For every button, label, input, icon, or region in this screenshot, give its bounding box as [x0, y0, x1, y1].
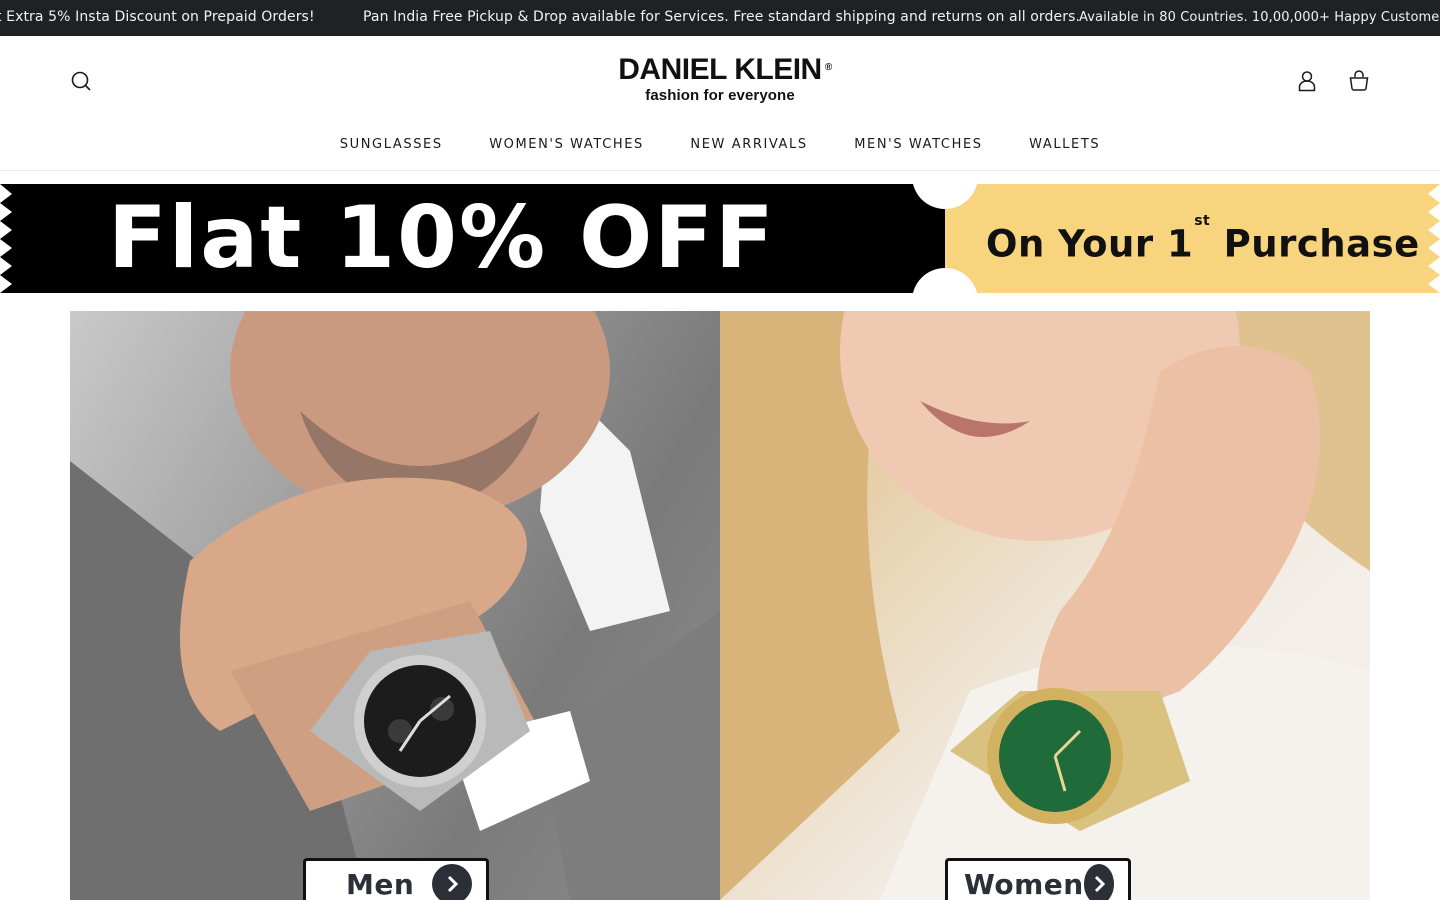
chevron-right-icon [432, 864, 472, 900]
nav-item-wallets[interactable]: WALLETS [1029, 137, 1100, 152]
shop-women-label: Women [964, 867, 1084, 900]
announcement-message: Pan India Free Pickup & Drop available f… [363, 9, 1081, 25]
men-watch-photo [70, 311, 720, 900]
category-tile-women[interactable]: Women [720, 311, 1370, 900]
nav-item-sunglasses[interactable]: SUNGLASSES [340, 137, 443, 152]
brand-tagline: fashion for everyone [645, 87, 795, 104]
main-nav: SUNGLASSES WOMEN'S WATCHES NEW ARRIVALS … [0, 135, 1440, 153]
women-watch-photo [720, 311, 1370, 900]
bag-icon [1349, 70, 1369, 91]
shop-men-button[interactable]: Men [303, 858, 489, 900]
announcement-bar: t Extra 5% Insta Discount on Prepaid Ord… [0, 0, 1440, 36]
brand-name: DANIEL KLEIN ® [618, 53, 832, 86]
promo-subtext: On Your 1st Purchase [986, 213, 1420, 266]
site-header: DANIEL KLEIN ® fashion for everyone SUNGL… [0, 36, 1440, 171]
category-tile-men[interactable]: Men [70, 311, 720, 900]
nav-item-new-arrivals[interactable]: NEW ARRIVALS [690, 137, 807, 152]
promo-banner[interactable]: Flat 10% OFF On Your 1st Purchase [0, 184, 1440, 293]
announcement-message: Available in 80 Countries. 10,00,000+ Ha… [1079, 10, 1440, 25]
nav-item-womens-watches[interactable]: WOMEN'S WATCHES [489, 137, 644, 152]
nav-item-mens-watches[interactable]: MEN'S WATCHES [854, 137, 982, 152]
promo-headline: Flat 10% OFF [108, 188, 776, 288]
account-button[interactable] [1294, 68, 1320, 94]
shop-women-button[interactable]: Women [945, 858, 1131, 900]
category-tiles: Men Women [70, 311, 1370, 900]
announcement-message: t Extra 5% Insta Discount on Prepaid Ord… [0, 9, 315, 25]
cart-button[interactable] [1346, 68, 1372, 94]
user-icon [1298, 71, 1316, 92]
chevron-right-icon [1083, 864, 1114, 900]
brand-logo[interactable]: DANIEL KLEIN ® fashion for everyone [0, 53, 1440, 105]
shop-men-label: Men [346, 867, 415, 900]
